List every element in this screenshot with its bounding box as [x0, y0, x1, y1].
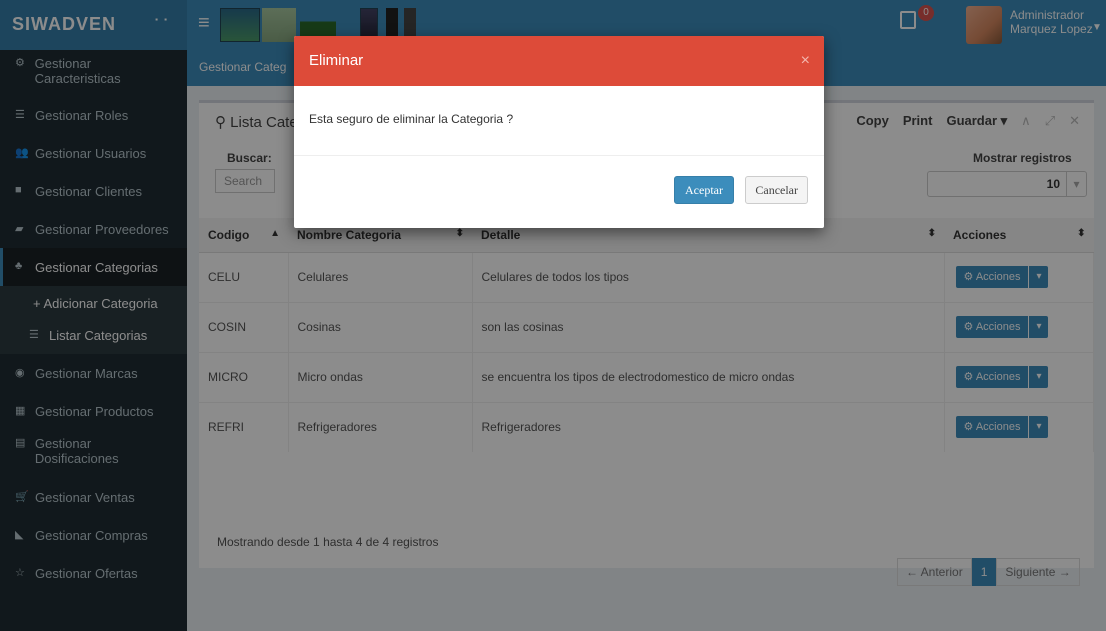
cancel-button[interactable]: Cancelar: [745, 176, 808, 204]
modal-header: Eliminar ×: [294, 36, 824, 86]
app: SIWADVEN ▪ ▪ ≡ 0 Administrador Marquez Lo…: [0, 0, 1106, 631]
modal-footer: Aceptar Cancelar: [294, 156, 824, 228]
confirm-button[interactable]: Aceptar: [674, 176, 734, 204]
modal-title: Eliminar: [309, 52, 364, 69]
modal-body: Esta seguro de eliminar la Categoria ?: [294, 86, 824, 156]
close-icon[interactable]: ×: [801, 36, 810, 86]
delete-modal: Eliminar × Esta seguro de eliminar la Ca…: [294, 36, 824, 228]
